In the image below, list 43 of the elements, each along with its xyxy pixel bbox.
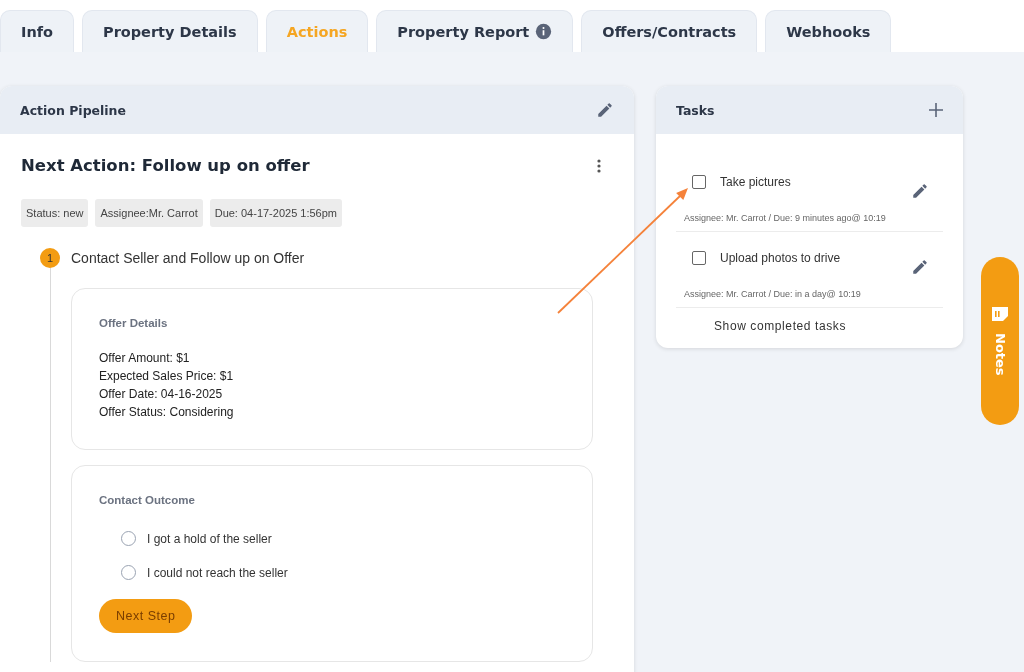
task-meta: Assignee: Mr. Carrot / Due: 9 minutes ago@ 10:19 bbox=[684, 213, 887, 223]
edit-button[interactable] bbox=[596, 101, 614, 119]
section-heading: Offer Details bbox=[99, 317, 169, 329]
more-icon bbox=[597, 158, 601, 173]
tab[interactable]: Property Report bbox=[376, 10, 574, 52]
info-chip: Assignee:Mr. Carrot bbox=[95, 199, 203, 227]
tab[interactable]: Info bbox=[0, 10, 74, 52]
task-meta: Assignee: Mr. Carrot / Due: in a day@ 10:19 bbox=[684, 289, 862, 299]
tab[interactable]: Webhooks bbox=[765, 10, 892, 52]
radio-label: I could not reach the seller bbox=[147, 565, 288, 580]
task-title: Take pictures bbox=[720, 175, 791, 189]
step-number: 1 bbox=[40, 248, 60, 268]
pencil-icon bbox=[911, 182, 929, 200]
pencil-icon bbox=[911, 258, 929, 276]
edit-button[interactable] bbox=[911, 182, 929, 200]
radio-button[interactable] bbox=[121, 565, 136, 580]
offer-detail-line: Offer Status: Considering bbox=[99, 404, 235, 421]
radio-label: I got a hold of the seller bbox=[147, 531, 272, 546]
plus-icon bbox=[929, 103, 943, 117]
add-button[interactable] bbox=[929, 103, 943, 117]
step-title: Contact Seller and Follow up on Offer bbox=[71, 250, 305, 266]
section-heading: Contact Outcome bbox=[99, 494, 196, 506]
info-icon bbox=[535, 23, 553, 40]
edit-button[interactable] bbox=[911, 258, 929, 276]
card-title: Action Pipeline bbox=[20, 102, 126, 118]
note-icon bbox=[992, 306, 1008, 321]
info-chip: Due: 04-17-2025 1:56pm bbox=[209, 199, 342, 227]
offer-detail-line: Expected Sales Price: $1 bbox=[99, 368, 235, 385]
radio-button[interactable] bbox=[121, 531, 136, 546]
task-checkbox[interactable] bbox=[692, 175, 706, 189]
tab[interactable]: Property Details bbox=[82, 10, 258, 52]
more-button[interactable] bbox=[597, 158, 601, 173]
offer-detail-line: Offer Date: 04-16-2025 bbox=[99, 386, 224, 403]
card-title: Tasks bbox=[676, 102, 715, 118]
next-action-title: Next Action: Follow up on offer bbox=[21, 156, 310, 175]
next-step-button[interactable]: Next Step bbox=[99, 599, 193, 633]
tab[interactable]: Offers/Contracts bbox=[581, 10, 758, 52]
offer-detail-line: Offer Amount: $1 bbox=[99, 350, 191, 367]
task-checkbox[interactable] bbox=[692, 251, 706, 265]
task-title: Upload photos to drive bbox=[720, 251, 841, 265]
show-completed-link[interactable]: Show completed tasks bbox=[714, 319, 847, 333]
pencil-icon bbox=[596, 101, 614, 119]
info-chip: Status: new bbox=[21, 199, 89, 227]
